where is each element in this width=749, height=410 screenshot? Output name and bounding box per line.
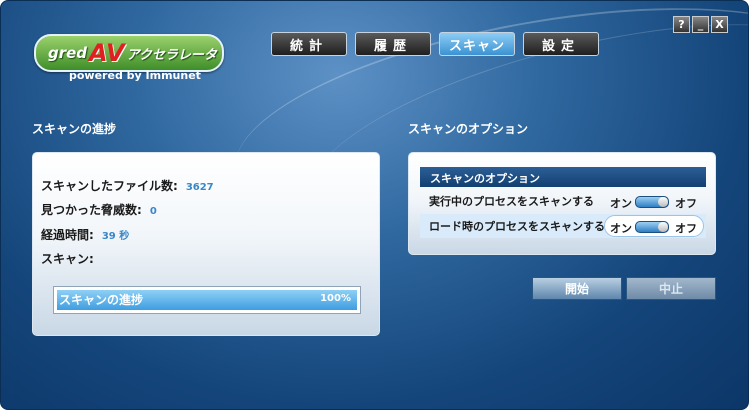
logo-brand: gred <box>48 44 88 62</box>
options-section-title: スキャンのオプション <box>408 122 529 136</box>
progress-section-title: スキャンの進捗 <box>32 122 117 136</box>
toggle-switch[interactable] <box>635 221 669 233</box>
logo-av: AV <box>89 39 125 67</box>
options-header: スキャンのオプション <box>420 167 706 187</box>
app-logo: gred AV アクセラレータ <box>34 34 224 72</box>
toggle-knob <box>658 222 668 232</box>
logo-name: アクセラレータ <box>126 47 217 63</box>
scanned-files-row: スキャンしたファイル数: 3627 <box>41 177 214 194</box>
progress-panel: スキャンしたファイル数: 3627 見つかった脅威数: 0 経過時間: 39 秒… <box>32 152 380 336</box>
progress-percent: 100% <box>320 293 351 304</box>
minimize-icon[interactable]: _ <box>692 16 709 33</box>
scan-progress-bar: スキャンの進捗 100% <box>53 286 361 314</box>
threats-value: 0 <box>149 206 157 217</box>
close-icon[interactable]: X <box>711 16 728 33</box>
help-icon[interactable]: ? <box>673 16 690 33</box>
option-label: 実行中のプロセスをスキャンする <box>429 195 594 208</box>
elapsed-row: 経過時間: 39 秒 <box>41 226 129 243</box>
option-toggle-group: オン オフ <box>604 190 704 212</box>
toggle-knob <box>658 197 668 207</box>
threats-row: 見つかった脅威数: 0 <box>41 201 157 218</box>
tab-history[interactable]: 履歴 <box>355 32 431 56</box>
toggle-off-label: オフ <box>675 197 697 210</box>
tab-scan[interactable]: スキャン <box>439 32 515 56</box>
tab-statistics[interactable]: 統計 <box>271 32 347 56</box>
start-button[interactable]: 開始 <box>532 277 622 300</box>
toggle-off-label: オフ <box>675 222 697 235</box>
progress-label: スキャンの進捗 <box>59 293 144 307</box>
threats-label: 見つかった脅威数: <box>41 203 142 217</box>
toggle-on-label: オン <box>610 222 632 235</box>
main-tabs: 統計 履歴 スキャン 設定 <box>271 32 599 56</box>
elapsed-label: 経過時間: <box>41 228 94 242</box>
toggle-switch[interactable] <box>635 196 669 208</box>
toggle-on-label: オン <box>610 197 632 210</box>
stop-button[interactable]: 中止 <box>626 277 716 300</box>
options-panel: スキャンのオプション 実行中のプロセスをスキャンする オン オフ ロード時のプロ… <box>408 152 716 255</box>
scan-target-row: スキャン: <box>41 250 94 267</box>
window-controls: ? _ X <box>673 16 728 33</box>
scan-target-label: スキャン: <box>41 252 94 266</box>
option-row-load: ロード時のプロセスをスキャンする オン オフ <box>420 214 706 238</box>
powered-by-label: powered by Immunet <box>69 69 201 82</box>
option-toggle-group: オン オフ <box>604 215 704 237</box>
option-label: ロード時のプロセスをスキャンする <box>429 220 605 233</box>
elapsed-value: 39 秒 <box>101 231 130 242</box>
option-row-running: 実行中のプロセスをスキャンする オン オフ <box>420 189 706 213</box>
scanned-files-value: 3627 <box>185 182 214 193</box>
tab-settings[interactable]: 設定 <box>523 32 599 56</box>
scanned-files-label: スキャンしたファイル数: <box>41 179 178 193</box>
app-window: gred AV アクセラレータ powered by Immunet 統計 履歴… <box>0 0 749 410</box>
